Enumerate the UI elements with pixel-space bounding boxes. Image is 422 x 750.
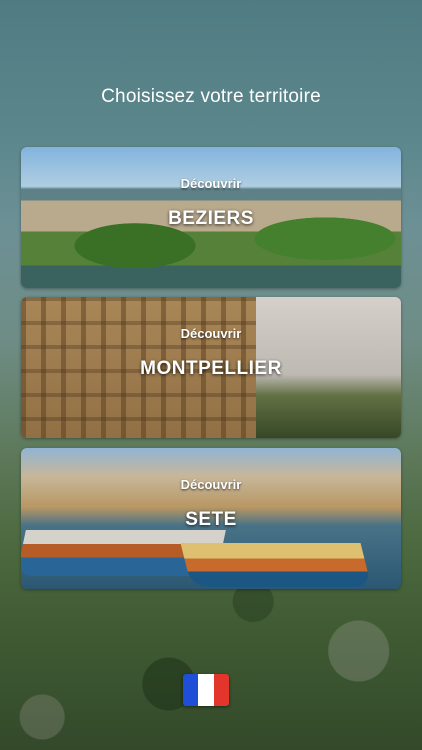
- card-kicker: Découvrir: [180, 477, 242, 492]
- territory-card-montpellier[interactable]: Découvrir MONTPELLIER: [21, 297, 401, 438]
- flag-stripe-blue: [183, 674, 199, 706]
- card-kicker: Découvrir: [180, 176, 242, 191]
- flag-stripe-red: [213, 674, 229, 706]
- card-kicker: Découvrir: [180, 326, 242, 341]
- card-title: BEZIERS: [168, 208, 254, 229]
- page-title: Choisissez votre territoire: [101, 86, 321, 107]
- flag-stripe-white: [198, 674, 214, 706]
- card-title: MONTPELLIER: [140, 358, 282, 379]
- france-flag-icon[interactable]: [183, 674, 229, 706]
- territory-card-sete[interactable]: Découvrir SETE: [21, 448, 401, 589]
- territory-card-beziers[interactable]: Découvrir BEZIERS: [21, 147, 401, 288]
- card-title: SETE: [185, 509, 237, 530]
